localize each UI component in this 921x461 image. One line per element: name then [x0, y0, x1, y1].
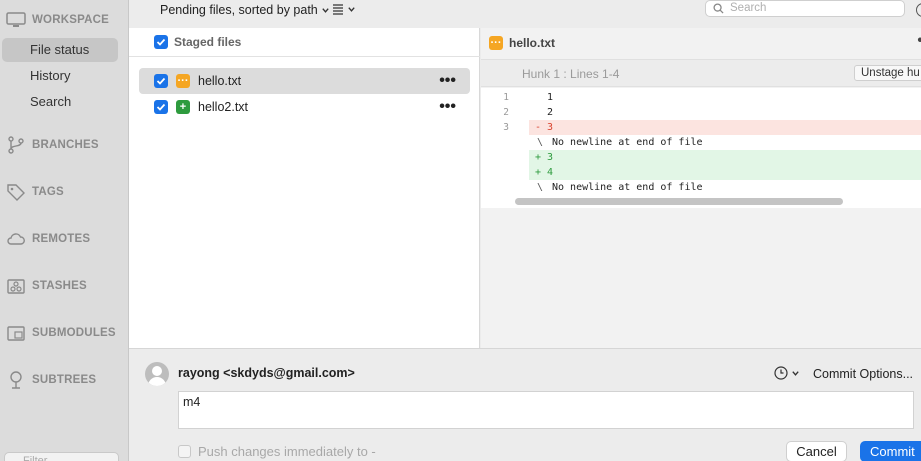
sort-dropdown[interactable]: Pending files, sorted by path	[160, 3, 330, 17]
line-text: 2	[547, 107, 554, 118]
settings-icon[interactable]	[916, 3, 921, 17]
diff-line: 22	[481, 105, 921, 120]
horizontal-scrollbar[interactable]	[515, 198, 843, 205]
diff-header: ··· hello.txt •	[481, 28, 921, 58]
line-text: 3	[547, 122, 554, 133]
line-marker: \	[537, 137, 544, 148]
stash-icon	[7, 279, 25, 294]
file-name: hello2.txt	[198, 100, 249, 114]
list-icon	[333, 4, 343, 15]
line-marker: +	[535, 167, 542, 178]
sidebar-section-tags[interactable]: TAGS	[6, 182, 64, 202]
push-checkbox[interactable]	[178, 445, 191, 458]
modified-icon: ···	[489, 36, 503, 50]
line-number: 3	[503, 122, 509, 133]
branch-icon	[8, 136, 24, 154]
staged-files-header: Staged files	[129, 28, 480, 57]
commit-options-dropdown[interactable]: Commit Options...	[813, 367, 913, 381]
sidebar-section-submodules[interactable]: SUBMODULES	[6, 323, 116, 343]
file-checkbox[interactable]	[154, 74, 168, 88]
line-text: No newline at end of file	[552, 182, 703, 193]
toolbar: Pending files, sorted by path Search	[129, 0, 921, 24]
staged-files-label: Staged files	[174, 35, 242, 49]
staged-all-checkbox[interactable]	[154, 35, 168, 49]
diff-line: 11	[481, 90, 921, 105]
modified-icon: ···	[176, 74, 190, 88]
sidebar-item-history[interactable]: History	[2, 64, 118, 88]
checkmark-icon	[156, 103, 166, 111]
clock-icon	[774, 366, 788, 380]
diff-line-added: +3	[481, 150, 921, 165]
line-text: 1	[547, 92, 554, 103]
line-text: 4	[547, 167, 554, 178]
commit-message-input[interactable]: m4	[178, 391, 914, 429]
diff-pane: ··· hello.txt • Hunk 1 : Lines 1-4 Unsta…	[481, 28, 921, 348]
diff-line-deleted: 3-3	[481, 120, 921, 135]
more-options-icon[interactable]: •••	[439, 72, 456, 90]
hunk-title: Hunk 1 : Lines 1-4	[522, 67, 620, 81]
search-placeholder: Search	[730, 2, 767, 14]
commit-panel: rayong <skdyds@gmail.com> Commit Options…	[129, 348, 921, 461]
sort-label: Pending files, sorted by path	[160, 3, 318, 17]
search-icon	[713, 3, 724, 14]
hunk-header: Hunk 1 : Lines 1-4 Unstage hu	[481, 59, 921, 87]
file-row[interactable]: ··· hello.txt •••	[139, 68, 470, 94]
sidebar-section-label: STASHES	[32, 280, 87, 292]
push-label: Push changes immediately to -	[198, 444, 376, 459]
line-marker: \	[537, 182, 544, 193]
cloud-icon	[7, 233, 25, 245]
sidebar-section-label: SUBMODULES	[32, 327, 116, 339]
tag-icon	[7, 184, 25, 201]
sidebar-section-subtrees[interactable]: SUBTREES	[6, 370, 96, 390]
line-text: No newline at end of file	[552, 137, 703, 148]
line-number: 1	[503, 92, 509, 103]
filter-input[interactable]: Filter	[4, 452, 119, 461]
chevron-down-icon	[792, 370, 799, 376]
file-name: hello.txt	[198, 74, 242, 88]
commit-author: rayong <skdyds@gmail.com>	[178, 366, 355, 380]
more-options-icon[interactable]: •	[917, 32, 921, 50]
sidebar-section-label: SUBTREES	[32, 374, 97, 386]
diff-line-no-newline: \ No newline at end of file	[481, 180, 921, 195]
sidebar-section-workspace[interactable]: WORKSPACE	[6, 10, 109, 30]
file-row[interactable]: + hello2.txt •••	[139, 94, 470, 120]
line-number: 2	[503, 107, 509, 118]
added-icon: +	[176, 100, 190, 114]
sidebar-section-label: TAGS	[32, 186, 64, 198]
checkmark-icon	[156, 38, 166, 46]
avatar	[145, 362, 169, 386]
diff-line-no-newline: \ No newline at end of file	[481, 135, 921, 150]
commit-button[interactable]: Commit	[860, 441, 921, 461]
diff-line-added: +4	[481, 165, 921, 180]
search-input[interactable]: Search	[705, 0, 905, 17]
diff-file-name: hello.txt	[509, 36, 556, 50]
submodule-icon	[7, 326, 25, 341]
cancel-button[interactable]: Cancel	[786, 441, 847, 461]
sidebar-section-label: BRANCHES	[32, 139, 99, 151]
sidebar-section-remotes[interactable]: REMOTES	[6, 229, 90, 249]
more-options-icon[interactable]: •••	[439, 98, 456, 116]
chevron-down-icon	[322, 7, 329, 13]
diff-code: 11 22 3-3 \ No newline at end of file +3 …	[481, 88, 921, 208]
view-mode-dropdown[interactable]	[332, 3, 356, 15]
tree-icon	[10, 371, 22, 389]
file-checkbox[interactable]	[154, 100, 168, 114]
line-text: 3	[547, 152, 554, 163]
sidebar-section-label: REMOTES	[32, 233, 91, 245]
sidebar-item-search[interactable]: Search	[2, 90, 118, 114]
sidebar: WORKSPACE File status History Search BRA…	[0, 0, 129, 461]
sidebar-section-stashes[interactable]: STASHES	[6, 276, 87, 296]
chevron-down-icon	[348, 6, 355, 12]
line-marker: -	[535, 122, 542, 133]
sidebar-section-branches[interactable]: BRANCHES	[6, 135, 99, 155]
sidebar-item-file-status[interactable]: File status	[2, 38, 118, 62]
sidebar-section-label: WORKSPACE	[32, 14, 109, 26]
unstage-hunk-button[interactable]: Unstage hu	[854, 65, 921, 81]
checkmark-icon	[156, 77, 166, 85]
staged-files-pane: Staged files ··· hello.txt ••• + hello2.…	[129, 28, 480, 348]
history-dropdown[interactable]	[774, 366, 800, 380]
monitor-icon	[6, 12, 26, 27]
line-marker: +	[535, 152, 542, 163]
